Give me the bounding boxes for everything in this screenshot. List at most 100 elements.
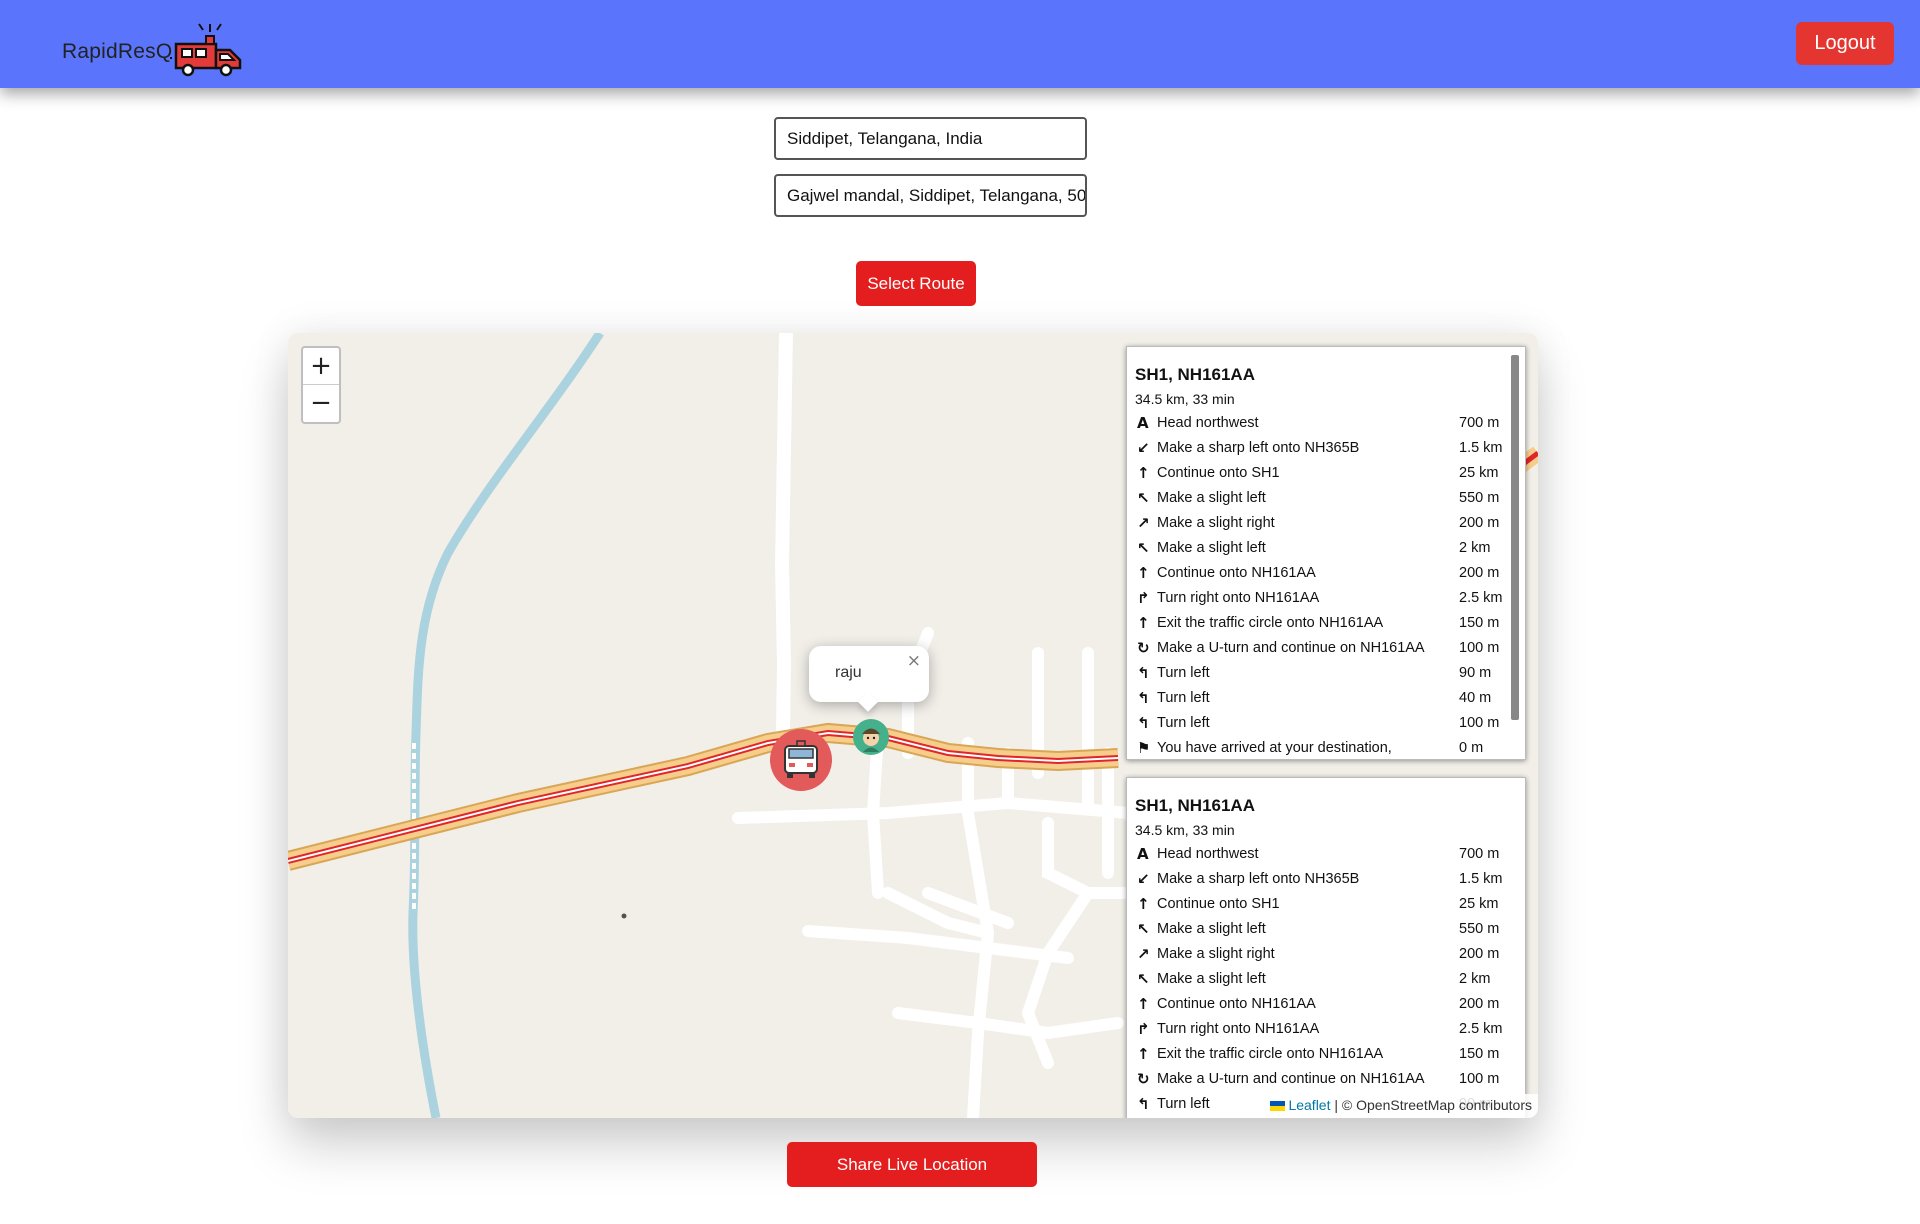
- direction-icon: ↻: [1137, 638, 1150, 657]
- route-step[interactable]: ↑ Exit the traffic circle onto NH161AA 150…: [1137, 1041, 1507, 1066]
- step-instruction: Turn right onto NH161AA: [1157, 1020, 1320, 1037]
- share-live-location-button[interactable]: Share Live Location: [787, 1142, 1037, 1187]
- route-step[interactable]: ↑ Continue onto SH1 25 km: [1137, 891, 1507, 916]
- step-distance: 700 m: [1459, 845, 1500, 862]
- direction-icon: ↑: [1137, 994, 1150, 1013]
- route-step[interactable]: ↖ Make a slight left 550 m: [1137, 485, 1507, 510]
- route-step[interactable]: ↻ Make a U-turn and continue on NH161AA 10…: [1137, 1066, 1507, 1091]
- route-step[interactable]: ↗ Make a slight right 200 m: [1137, 941, 1507, 966]
- marker-popup: raju ×: [809, 646, 929, 712]
- route-title: SH1, NH161AA: [1135, 365, 1255, 384]
- step-instruction: Make a sharp left onto NH365B: [1157, 439, 1360, 456]
- step-distance: 200 m: [1459, 514, 1500, 531]
- destination-input[interactable]: Gajwel mandal, Siddipet, Telangana, 5022…: [774, 174, 1087, 217]
- zoom-in-button[interactable]: +: [303, 348, 339, 385]
- step-distance: 100 m: [1459, 1070, 1500, 1087]
- step-distance: 40 m: [1459, 689, 1492, 706]
- step-distance: 100 m: [1459, 639, 1500, 656]
- route-step[interactable]: ↑ Exit the traffic circle onto NH161AA 150…: [1137, 610, 1507, 635]
- step-instruction: Turn left: [1157, 664, 1210, 681]
- select-route-button[interactable]: Select Route: [856, 261, 976, 306]
- step-distance: 550 m: [1459, 920, 1500, 937]
- step-instruction: Continue onto SH1: [1157, 895, 1280, 912]
- origin-input[interactable]: Siddipet, Telangana, India: [774, 117, 1087, 160]
- route-step[interactable]: ↱ Turn right onto NH161AA 2.5 km: [1137, 1016, 1507, 1041]
- direction-icon: ↖: [1137, 919, 1150, 938]
- route-step[interactable]: ↰ Turn left 90 m: [1137, 660, 1507, 685]
- route-step[interactable]: ↖ Make a slight left 2 km: [1137, 535, 1507, 560]
- leaflet-link[interactable]: Leaflet: [1288, 1097, 1330, 1113]
- route-step[interactable]: ↱ Turn right onto NH161AA 2.5 km: [1137, 585, 1507, 610]
- direction-icon: ↱: [1137, 588, 1150, 607]
- step-instruction: Turn right onto NH161AA: [1157, 589, 1320, 606]
- route-steps-list: A Head northwest 700 m ↙ Make a sharp left o…: [1137, 410, 1507, 759]
- step-instruction: Make a U-turn and continue on NH161AA: [1157, 639, 1425, 656]
- step-distance: 2 km: [1459, 539, 1491, 556]
- direction-icon: A: [1137, 413, 1149, 432]
- direction-icon: ↖: [1137, 488, 1150, 507]
- route-step[interactable]: ↑ Continue onto SH1 25 km: [1137, 460, 1507, 485]
- route-summary: 34.5 km, 33 min: [1135, 822, 1235, 838]
- ambulance-marker[interactable]: [770, 729, 832, 791]
- zoom-control: + −: [301, 346, 341, 424]
- map-attribution: Leaflet | © OpenStreetMap contributors: [1262, 1094, 1538, 1118]
- step-instruction: Make a sharp left onto NH365B: [1157, 870, 1360, 887]
- step-distance: 2.5 km: [1459, 589, 1503, 606]
- route-step[interactable]: ↖ Make a slight left 2 km: [1137, 966, 1507, 991]
- step-instruction: Make a slight left: [1157, 970, 1266, 987]
- itinerary-scrollbar[interactable]: [1511, 355, 1519, 720]
- direction-icon: ↑: [1137, 1044, 1150, 1063]
- step-distance: 2 km: [1459, 970, 1491, 987]
- rapidresq-logo[interactable]: RapidResQ: [60, 18, 250, 78]
- route-step[interactable]: ↑ Continue onto NH161AA 200 m: [1137, 991, 1507, 1016]
- direction-icon: ↑: [1137, 894, 1150, 913]
- route-step[interactable]: ↙ Make a sharp left onto NH365B 1.5 km: [1137, 435, 1507, 460]
- route-step[interactable]: A Head northwest 700 m: [1137, 841, 1507, 866]
- logo-text: RapidResQ: [62, 40, 173, 63]
- user-location-marker[interactable]: [853, 719, 889, 755]
- direction-icon: ↗: [1137, 944, 1150, 963]
- direction-icon: ↑: [1137, 613, 1150, 632]
- step-instruction: Make a slight left: [1157, 920, 1266, 937]
- route-step[interactable]: ↙ Make a sharp left onto NH365B 1.5 km: [1137, 866, 1507, 891]
- step-distance: 25 km: [1459, 895, 1499, 912]
- route-step[interactable]: A Head northwest 700 m: [1137, 410, 1507, 435]
- route-map[interactable]: + − raju × SH1, NH161AA 34.5 km, 33 min: [288, 333, 1538, 1118]
- top-navbar: RapidResQ Logout: [0, 0, 1920, 88]
- step-instruction: Exit the traffic circle onto NH161AA: [1157, 614, 1384, 631]
- popup-close-icon[interactable]: ×: [907, 651, 921, 671]
- route-itinerary-panel-2[interactable]: SH1, NH161AA 34.5 km, 33 min A Head north…: [1126, 777, 1526, 1118]
- step-instruction: Continue onto SH1: [1157, 464, 1280, 481]
- route-step[interactable]: ↰ Turn left 40 m: [1137, 685, 1507, 710]
- step-distance: 90 m: [1459, 664, 1492, 681]
- step-instruction: Make a U-turn and continue on NH161AA: [1157, 1070, 1425, 1087]
- zoom-out-button[interactable]: −: [303, 385, 339, 422]
- route-step[interactable]: ⚑ You have arrived at your destination, 0 …: [1137, 735, 1507, 759]
- step-instruction: Continue onto NH161AA: [1157, 995, 1316, 1012]
- step-distance: 150 m: [1459, 1045, 1500, 1062]
- step-instruction: Head northwest: [1157, 845, 1259, 862]
- direction-icon: ↱: [1137, 1019, 1150, 1038]
- step-distance: 200 m: [1459, 995, 1500, 1012]
- route-step[interactable]: ↗ Make a slight right 200 m: [1137, 510, 1507, 535]
- direction-icon: ↑: [1137, 463, 1150, 482]
- step-instruction: Make a slight left: [1157, 539, 1266, 556]
- logout-button[interactable]: Logout: [1796, 22, 1894, 65]
- direction-icon: ↑: [1137, 563, 1150, 582]
- route-step[interactable]: ↰ Turn left 100 m: [1137, 710, 1507, 735]
- route-step[interactable]: ↑ Continue onto NH161AA 200 m: [1137, 560, 1507, 585]
- step-distance: 700 m: [1459, 414, 1500, 431]
- direction-icon: ↰: [1137, 688, 1150, 707]
- ukraine-flag-icon: [1270, 1101, 1286, 1112]
- route-steps-list: A Head northwest 700 m ↙ Make a sharp left o…: [1137, 841, 1507, 1116]
- step-instruction: Make a slight right: [1157, 945, 1275, 962]
- step-instruction: Exit the traffic circle onto NH161AA: [1157, 1045, 1384, 1062]
- route-step[interactable]: ↻ Make a U-turn and continue on NH161AA 10…: [1137, 635, 1507, 660]
- direction-icon: A: [1137, 844, 1149, 863]
- route-step[interactable]: ↖ Make a slight left 550 m: [1137, 916, 1507, 941]
- direction-icon: ↻: [1137, 1069, 1150, 1088]
- step-distance: 150 m: [1459, 614, 1500, 631]
- route-itinerary-panel-1[interactable]: SH1, NH161AA 34.5 km, 33 min A Head north…: [1126, 346, 1526, 760]
- direction-icon: ⚑: [1137, 738, 1151, 757]
- step-instruction: Turn left: [1157, 689, 1210, 706]
